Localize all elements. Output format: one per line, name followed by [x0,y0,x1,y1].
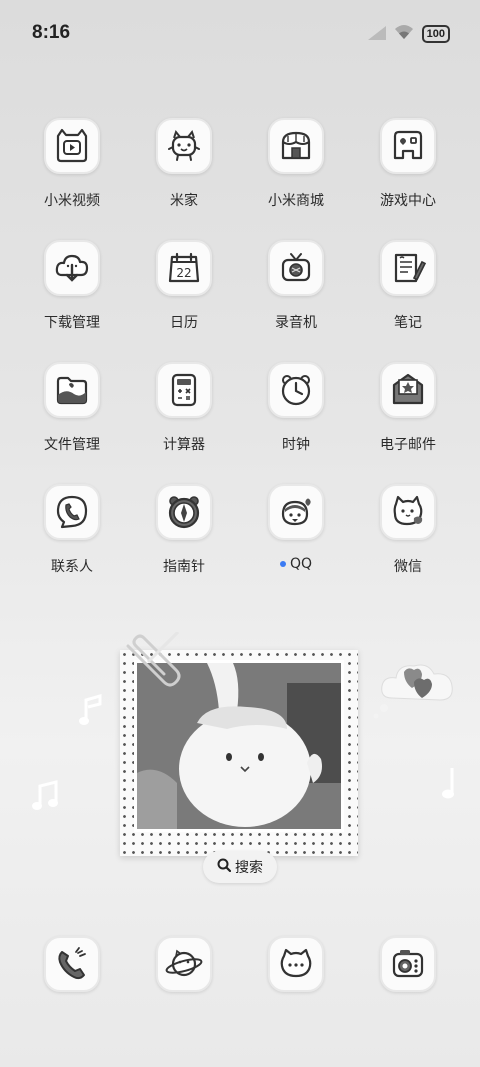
app-label: 电子邮件 [380,437,436,453]
app-label: 小米视频 [44,193,100,209]
app-email[interactable]: 电子邮件 [352,362,464,484]
app-wechat[interactable]: 微信 [352,484,464,606]
robot-icon[interactable] [156,118,212,174]
calendar-date: 22 [176,266,191,280]
app-label: 文件管理 [44,437,100,453]
search-label: 搜索 [235,860,263,876]
app-xiaomi-video[interactable]: 小米视频 [16,118,128,240]
music-note-small-icon [440,766,460,804]
phone-icon[interactable] [44,936,100,992]
penguin-icon[interactable] [268,484,324,540]
clock-icon[interactable] [268,362,324,418]
app-label: 微信 [394,559,422,575]
calendar-icon[interactable]: 22 [156,240,212,296]
app-qq[interactable]: QQ [240,484,352,606]
message-cat-icon[interactable] [268,936,324,992]
update-dot [279,561,286,567]
compass-icon[interactable] [156,484,212,540]
paperclip-icon [118,630,188,696]
app-label: 笔记 [394,315,422,331]
app-label: 下载管理 [44,315,100,331]
camera-icon[interactable] [380,936,436,992]
app-contacts[interactable]: 联系人 [16,484,128,606]
video-icon[interactable] [44,118,100,174]
app-label: 计算器 [163,437,205,453]
mail-icon[interactable] [380,362,436,418]
calculator-icon[interactable] [156,362,212,418]
app-label: 指南针 [163,559,205,575]
shop-icon[interactable] [268,118,324,174]
app-label: QQ [279,556,313,572]
music-notes-icon [32,780,60,816]
app-label: 游戏中心 [380,193,436,209]
app-game-center[interactable]: 游戏中心 [352,118,464,240]
search-button[interactable]: 搜索 [203,851,277,883]
heart-cloud-icon [370,652,460,726]
game-icon[interactable] [380,118,436,174]
search-icon [217,858,232,876]
signal-icon [367,25,386,44]
dock [16,936,464,992]
app-xiaomi-store[interactable]: 小米商城 [240,118,352,240]
app-label-text: QQ [289,556,313,572]
contact-icon[interactable] [44,484,100,540]
note-icon[interactable] [380,240,436,296]
status-time: 8:16 [32,22,71,43]
app-label: 米家 [170,193,198,209]
cloud-download-icon[interactable] [44,240,100,296]
app-label: 时钟 [282,437,310,453]
status-icons: 100 [367,24,450,44]
app-recorder[interactable]: 录音机 [240,240,352,362]
app-label: 小米商城 [268,193,324,209]
app-label: 日历 [170,315,198,331]
status-bar: 8:16 100 [0,0,480,68]
app-label: 录音机 [275,315,317,331]
folder-icon[interactable] [44,362,100,418]
radio-icon[interactable] [268,240,324,296]
app-calendar[interactable]: 22 日历 [128,240,240,362]
music-note-icon [78,694,104,732]
photo-widget[interactable] [120,630,360,859]
app-mijia[interactable]: 米家 [128,118,240,240]
app-download-manager[interactable]: 下载管理 [16,240,128,362]
app-calculator[interactable]: 计算器 [128,362,240,484]
planet-browser-icon[interactable] [156,936,212,992]
app-clock[interactable]: 时钟 [240,362,352,484]
app-grid: 小米视频 米家 小米商城 游戏中心 下载管理 22 日历 录音机 笔记 文件管理… [16,118,464,606]
wechat-cat-icon[interactable] [380,484,436,540]
app-notes[interactable]: 笔记 [352,240,464,362]
app-file-manager[interactable]: 文件管理 [16,362,128,484]
app-label: 联系人 [51,559,93,575]
app-compass[interactable]: 指南针 [128,484,240,606]
wifi-icon [394,24,414,44]
battery-icon: 100 [421,25,450,43]
